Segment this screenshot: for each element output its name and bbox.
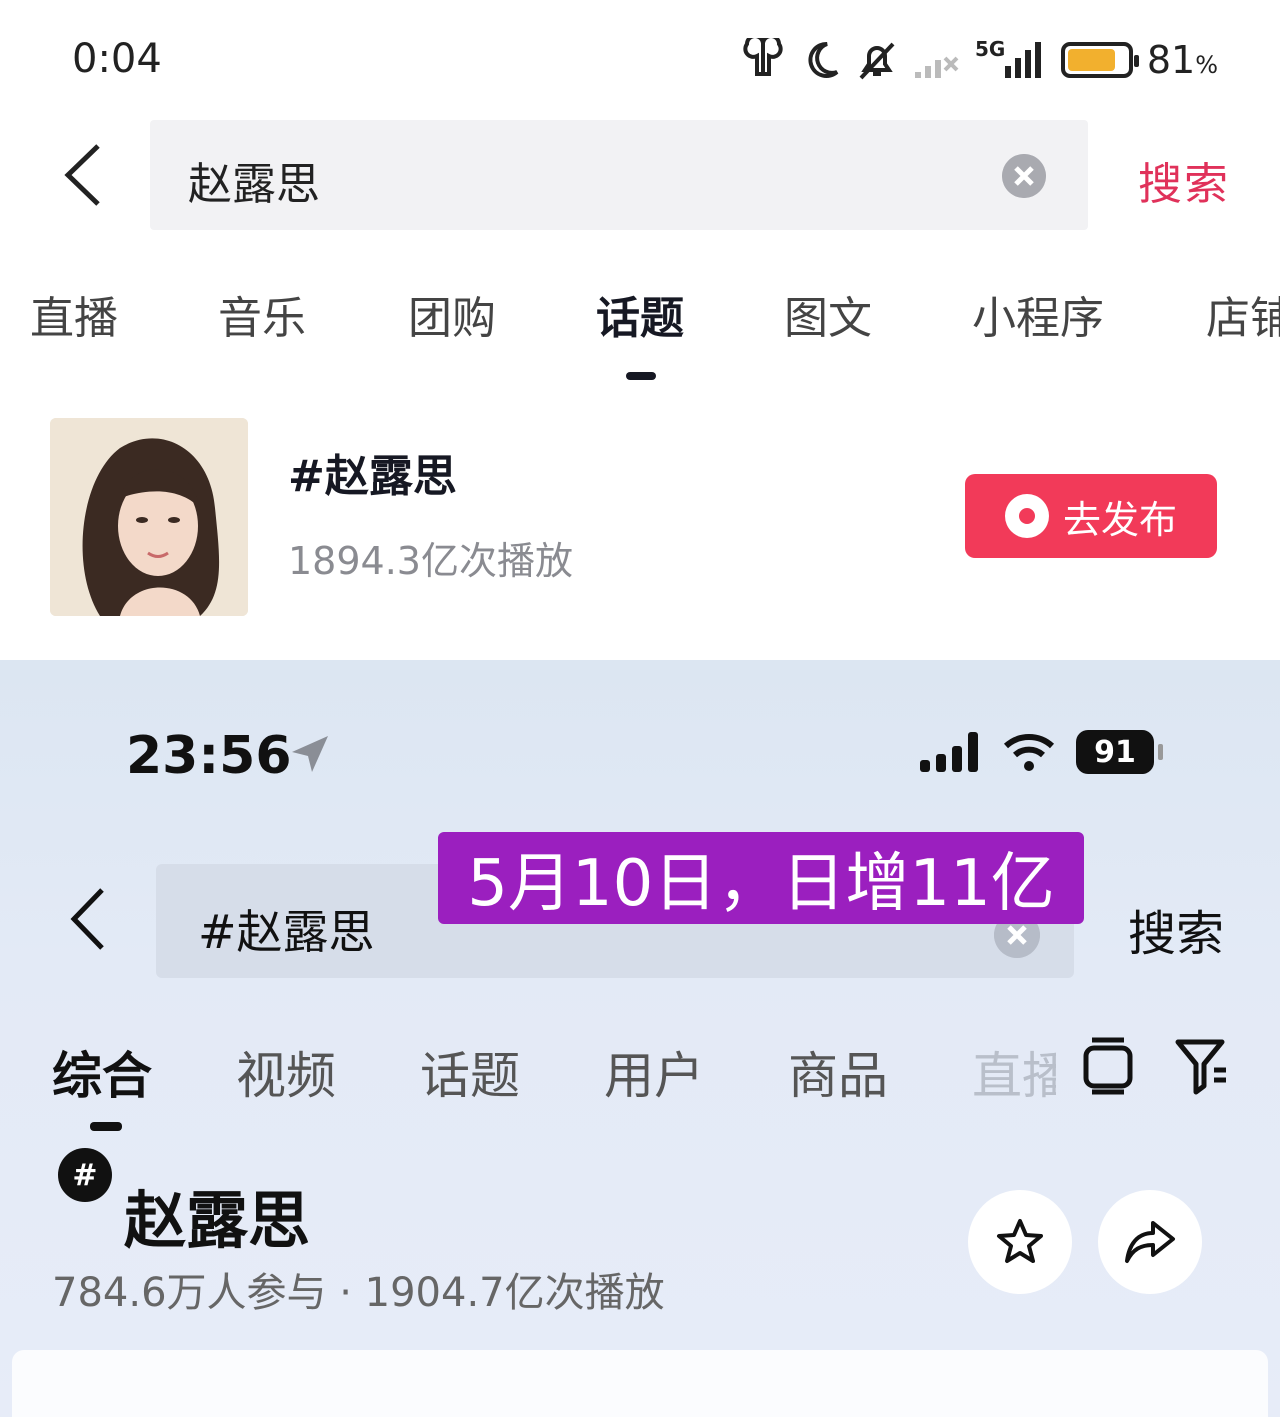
battery-fill	[1067, 49, 1115, 71]
search-input[interactable]: 赵露思	[150, 120, 1088, 230]
tab-image-text[interactable]: 图文	[784, 282, 872, 346]
tab-group-buy[interactable]: 团购	[408, 282, 496, 346]
android-screenshot: 0:04 5G 81% 赵露思 搜索 直播 音乐 团购 话题 图文 小程序 店铺	[0, 0, 1280, 660]
search-query: #赵露思	[198, 905, 375, 959]
publish-label: 去发布	[1062, 497, 1177, 542]
share-button[interactable]	[1098, 1190, 1202, 1294]
status-time: 23:56	[126, 726, 292, 786]
tab-user[interactable]: 用户	[604, 1036, 704, 1108]
publish-button[interactable]: 去发布	[965, 474, 1217, 558]
tab-topic[interactable]: 话题	[420, 1036, 520, 1108]
tab-music[interactable]: 音乐	[218, 282, 306, 346]
bell-muted-icon	[859, 42, 895, 80]
share-icon	[1125, 1221, 1175, 1263]
result-card	[12, 1350, 1268, 1417]
battery-icon	[1060, 42, 1139, 78]
status-icons: 91	[918, 730, 1163, 774]
filter-icon[interactable]	[1174, 1036, 1230, 1096]
topic-meta: 784.6万人参与 · 1904.7亿次播放	[52, 1270, 665, 1316]
tv-icon[interactable]	[1082, 1036, 1134, 1096]
tab-live[interactable]: 直播	[972, 1036, 1056, 1108]
active-tab-indicator	[90, 1122, 122, 1131]
camera-icon	[1004, 494, 1049, 538]
search-query: 赵露思	[188, 159, 320, 210]
topic-views: 1894.3亿次播放	[288, 539, 573, 583]
back-arrow-icon[interactable]	[66, 884, 110, 954]
battery-icon: 91	[1076, 730, 1163, 774]
favorite-button[interactable]	[968, 1190, 1072, 1294]
signal-weak-icon	[914, 56, 959, 78]
status-icons: 5G 81%	[739, 36, 1218, 84]
star-icon	[997, 1219, 1043, 1263]
signal-5g-icon: 5G	[975, 37, 1041, 78]
tab-live[interactable]: 直播	[30, 282, 118, 346]
topic-avatar[interactable]	[50, 418, 248, 616]
search-button[interactable]: 搜索	[1128, 894, 1224, 964]
signal-icon	[920, 732, 978, 772]
topic-hash-icon: #	[58, 1148, 112, 1202]
tab-mini-program[interactable]: 小程序	[972, 282, 1104, 346]
location-arrow-icon	[292, 736, 328, 772]
tab-goods[interactable]: 商品	[788, 1036, 888, 1108]
active-tab-indicator	[626, 372, 656, 380]
tab-shop[interactable]: 店铺	[1206, 282, 1280, 346]
tab-bar: 直播 音乐 团购 话题 图文 小程序 店铺	[0, 282, 1280, 352]
caption-overlay: 5月10日，日增11亿	[438, 832, 1084, 924]
search-button[interactable]: 搜索	[1138, 148, 1230, 212]
topic-title: 赵露思	[124, 1184, 311, 1257]
status-time: 0:04	[72, 36, 162, 82]
moon-icon	[808, 41, 839, 78]
tab-video[interactable]: 视频	[236, 1036, 336, 1108]
clear-icon[interactable]	[1002, 154, 1046, 198]
network-label: 5G	[975, 37, 1005, 61]
back-arrow-icon[interactable]	[58, 140, 108, 210]
tab-overall[interactable]: 综合	[52, 1036, 152, 1108]
tab-topic[interactable]: 话题	[596, 282, 684, 346]
earbuds-icon	[743, 38, 783, 76]
battery-percent: 81%	[1146, 38, 1218, 82]
topic-title[interactable]: #赵露思	[288, 440, 457, 504]
wifi-icon	[1003, 734, 1055, 771]
ios-screenshot: 23:56 91 #赵露思 搜索 5月10日，日增11亿 综合 视频 话题 用户…	[0, 660, 1280, 1417]
